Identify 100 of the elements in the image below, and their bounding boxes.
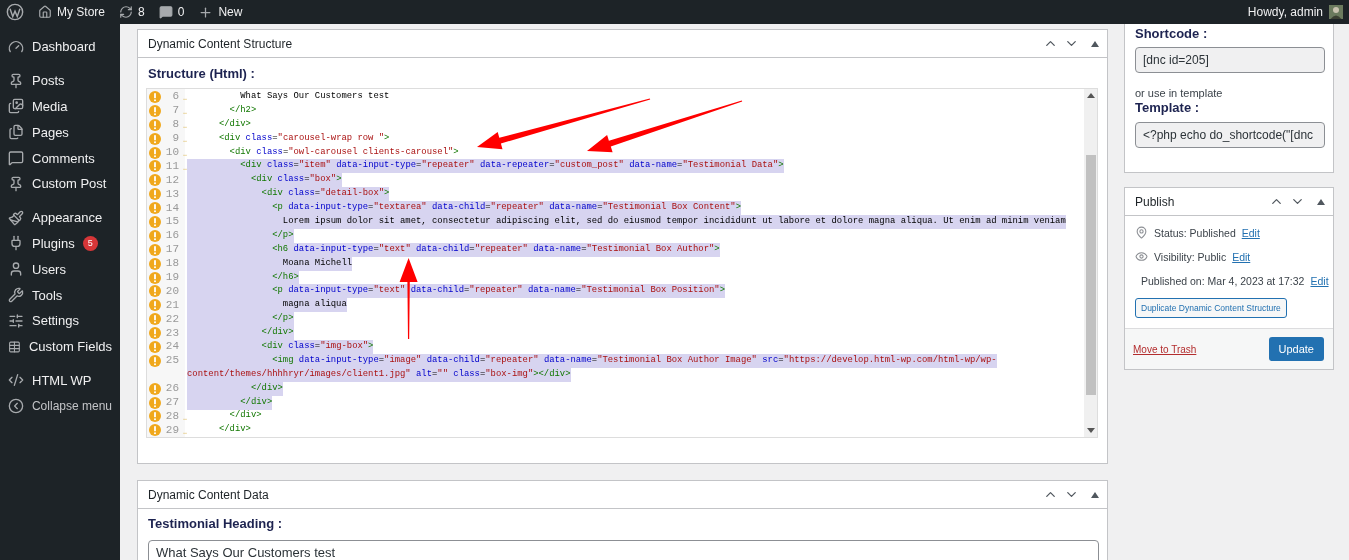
menu-icon [8, 150, 24, 167]
collapse-toggle-icon[interactable] [1317, 198, 1325, 205]
trash-link[interactable]: Move to Trash [1133, 343, 1197, 355]
menu-item[interactable]: Media [0, 93, 120, 120]
collapse-toggle-icon[interactable] [1091, 40, 1099, 47]
warning-icon [149, 202, 161, 215]
line-number: 24 [164, 340, 179, 354]
menu-item[interactable]: Dashboard [0, 34, 120, 60]
menu-item[interactable]: HTML WP [0, 367, 120, 394]
box-title: Dynamic Content Data [148, 487, 269, 502]
collapse-toggle-icon[interactable] [1091, 491, 1099, 498]
line-number: 23 [164, 326, 179, 340]
comments-count[interactable]: 0 [177, 5, 185, 19]
fold-marker-icon [183, 417, 187, 421]
line-number: 12 [164, 173, 179, 187]
avatar-icon[interactable] [1329, 5, 1343, 19]
fold-marker-icon [183, 98, 187, 102]
line-number: 22 [164, 312, 179, 326]
menu-icon [8, 124, 24, 141]
line-number: 29 [164, 423, 179, 437]
menu-item[interactable]: Plugins 5 [0, 230, 120, 257]
menu-icon [8, 372, 24, 389]
plus-icon[interactable] [198, 4, 214, 20]
line-number: 13 [164, 187, 179, 201]
shortcode-field[interactable]: [dnc id=205] [1135, 47, 1325, 73]
menu-item[interactable]: Custom Post [0, 171, 120, 197]
update-button[interactable]: Update [1268, 337, 1324, 361]
menu-item[interactable]: Users [0, 256, 120, 283]
duplicate-button[interactable]: Duplicate Dynamic Content Structure [1135, 298, 1287, 318]
scroll-down-icon[interactable] [1086, 428, 1095, 433]
line-number: 27 [164, 396, 179, 410]
menu-icon [8, 209, 24, 226]
warning-icon [149, 396, 161, 409]
menu-item[interactable]: Custom Fields [0, 333, 120, 360]
edit-link[interactable]: Edit [1241, 226, 1260, 239]
menu-item[interactable]: Collapse menu [0, 393, 120, 420]
fold-marker-icon [183, 154, 187, 157]
menu-icon [8, 312, 24, 329]
line-number: 10 [164, 146, 179, 159]
warning-icon [149, 132, 161, 145]
field-label: Shortcode : [1134, 25, 1209, 43]
line-number: 7 [171, 104, 179, 118]
line-number: 25 [164, 354, 179, 368]
menu-item[interactable]: Pages [0, 119, 120, 146]
warning-icon [149, 188, 161, 201]
warning-icon [149, 410, 161, 423]
fold-marker-icon [183, 431, 187, 435]
warning-icon [149, 90, 161, 103]
warning-icon [149, 146, 161, 159]
line-number: 14 [164, 201, 179, 215]
line-number: 16 [164, 229, 179, 243]
updates-count[interactable]: 8 [138, 5, 145, 19]
warning-icon [149, 243, 161, 256]
warning-icon [149, 118, 161, 131]
warning-icon [149, 340, 161, 353]
warning-icon [149, 257, 161, 270]
row-icon [1135, 250, 1148, 263]
count-badge: 5 [82, 235, 98, 251]
menu-item[interactable]: Tools [0, 282, 120, 308]
logo-icon[interactable] [6, 3, 24, 21]
menu-item[interactable]: Settings [0, 307, 120, 334]
scrollbar-thumb[interactable] [1085, 155, 1096, 395]
comments-icon[interactable] [158, 5, 173, 19]
menu-icon [8, 98, 24, 115]
code-line: What Says Our Customers test [239, 90, 390, 103]
publish-detail: Visibility: Public [1154, 250, 1227, 263]
field-label: Template : [1134, 99, 1201, 117]
updates-icon[interactable] [119, 5, 133, 19]
warning-icon [149, 424, 161, 437]
box-title: Dynamic Content Structure [148, 36, 293, 51]
menu-item[interactable]: Appearance [0, 204, 120, 231]
menu-item[interactable]: Posts [0, 67, 120, 94]
line-number: 19 [164, 271, 179, 284]
greeting-link[interactable]: Howdy, admin [1247, 5, 1323, 19]
template-field[interactable]: <?php echo do_shortcode("[dnc [1135, 122, 1325, 148]
line-number: 17 [164, 243, 179, 257]
menu-icon [8, 287, 24, 304]
code-line: <div class="owl-carousel clients-carousel"> [228, 145, 459, 159]
publish-detail: Status: Published [1154, 226, 1236, 239]
line-number: 6 [171, 90, 179, 104]
edit-link[interactable]: Edit [1232, 250, 1251, 263]
fold-marker-icon [183, 167, 187, 171]
box-title: Publish [1135, 194, 1175, 209]
line-number: 21 [164, 298, 179, 312]
row-icon [1135, 226, 1148, 239]
code-line: </h2> [228, 103, 257, 117]
scroll-up-icon[interactable] [1086, 93, 1095, 98]
home-icon[interactable] [38, 5, 52, 19]
edit-link[interactable]: Edit [1310, 274, 1329, 287]
field-label: Testimonial Heading : [147, 515, 284, 533]
menu-item[interactable]: Comments [0, 145, 120, 171]
menu-icon [8, 261, 24, 278]
fold-marker-icon [183, 126, 187, 130]
heading-input[interactable]: What Says Our Customers test [148, 540, 1099, 560]
warning-icon [149, 215, 161, 228]
site-name-link[interactable]: My Store [57, 5, 105, 19]
warning-icon [149, 313, 161, 326]
menu-icon [8, 175, 24, 192]
new-link[interactable]: New [218, 5, 243, 19]
line-number: 18 [164, 257, 179, 271]
